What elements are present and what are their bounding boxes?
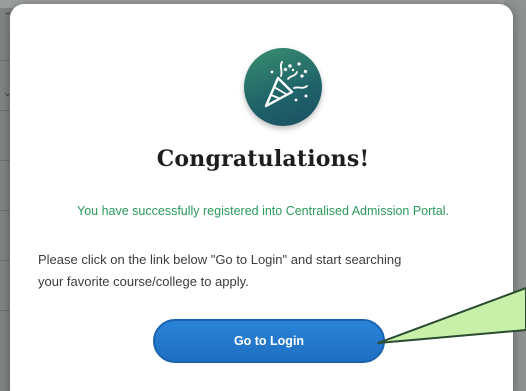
callout-pointer [377,287,526,344]
